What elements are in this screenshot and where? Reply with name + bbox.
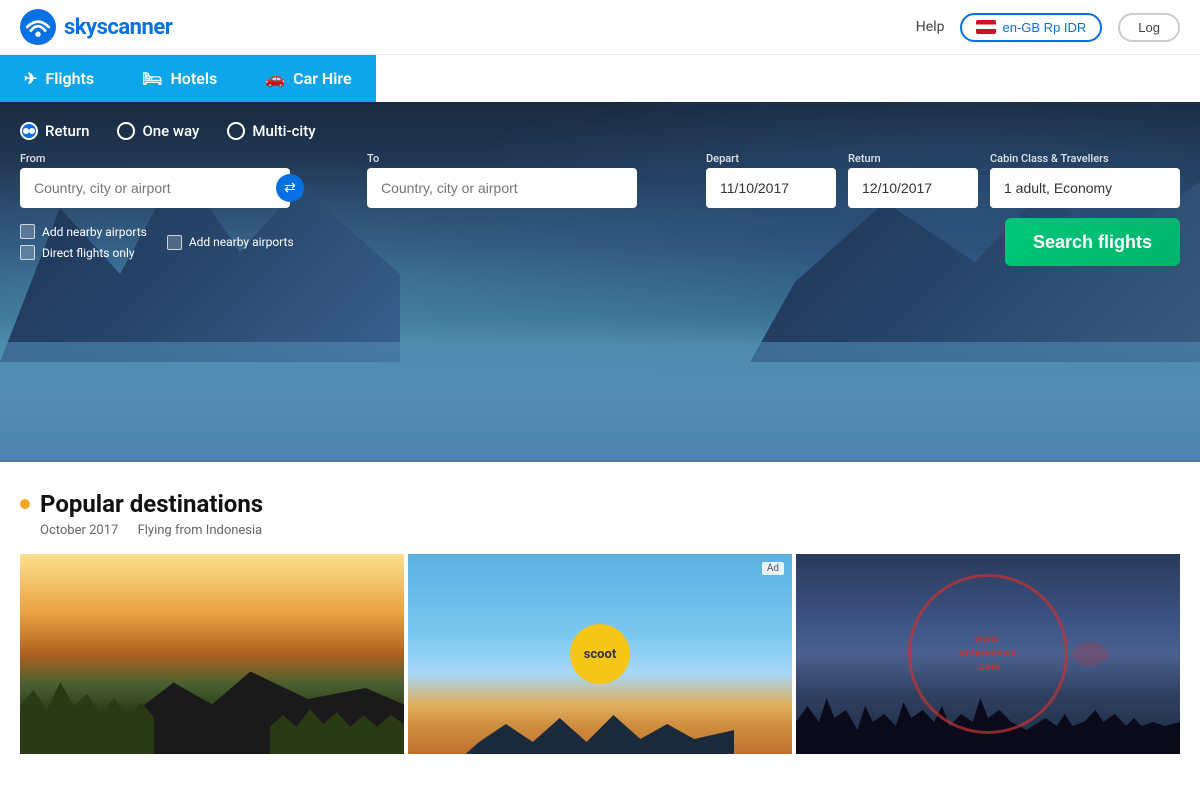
tab-hotels-label: Hotels (170, 69, 217, 88)
nearby-to-checkbox[interactable]: Add nearby airports (167, 235, 294, 250)
scoot-badge: scoot (570, 624, 630, 684)
tab-flights[interactable]: ✈ Flights (0, 55, 118, 102)
tab-car-hire-label: Car Hire (293, 69, 352, 88)
tab-flights-label: Flights (45, 69, 94, 88)
search-flights-button[interactable]: Search flights (1005, 218, 1180, 266)
popular-meta: October 2017 Flying from Indonesia (40, 523, 1180, 538)
cabin-input-wrap (990, 168, 1180, 208)
destination-card-volcano[interactable] (20, 554, 408, 754)
destination-card-watermark[interactable]: www.antaranews.com (796, 554, 1180, 754)
cabin-label: Cabin Class & Travellers (990, 152, 1180, 165)
to-input-wrap (367, 168, 637, 208)
logo-text: skyscanner (64, 15, 172, 40)
search-form-row: From ⇄ To Depart (20, 152, 1180, 208)
radio-return-circle (20, 122, 38, 140)
to-input[interactable] (367, 168, 637, 208)
hero-section: Return One way Multi-city From ⇄ (0, 102, 1200, 462)
nearby-from-box (20, 224, 35, 239)
swap-button[interactable]: ⇄ (276, 174, 304, 202)
login-button[interactable]: Log (1118, 13, 1180, 42)
language-button[interactable]: en-GB Rp IDR (960, 13, 1102, 42)
cabin-field-group: Cabin Class & Travellers (990, 152, 1180, 208)
flights-icon: ✈ (24, 69, 37, 88)
header-right: Help en-GB Rp IDR Log (916, 13, 1180, 42)
depart-input-wrap (706, 168, 836, 208)
to-field-group: To (367, 152, 690, 208)
tab-car-hire[interactable]: 🚗 Car Hire (241, 55, 375, 102)
from-field-group: From ⇄ (20, 152, 343, 208)
watermark-circle: www.antaranews.com (908, 574, 1068, 734)
watermark-text: www.antaranews.com (959, 633, 1016, 675)
depart-label: Depart (706, 152, 836, 165)
ad-badge: Ad (762, 562, 784, 575)
car-icon: 🚗 (265, 69, 285, 88)
hotels-icon: 🛏 (142, 69, 162, 88)
destination-cards: scoot Ad www.antaranews.com (20, 554, 1180, 754)
popular-month: October 2017 (40, 523, 118, 538)
nearby-to-box (167, 235, 182, 250)
options-row: Add nearby airports Direct flights only … (20, 218, 1180, 266)
header: skyscanner Help en-GB Rp IDR Log (0, 0, 1200, 55)
direct-flights-box (20, 245, 35, 260)
radio-one-way[interactable]: One way (117, 122, 199, 140)
depart-input[interactable] (706, 168, 836, 208)
to-label: To (367, 152, 690, 165)
return-label: Return (848, 152, 978, 165)
from-input[interactable] (20, 168, 290, 208)
direct-flights-checkbox[interactable]: Direct flights only (20, 245, 147, 260)
popular-dot (20, 499, 30, 509)
flag-icon (976, 20, 996, 34)
return-field-group: Return (848, 152, 978, 208)
popular-flying-from: Flying from Indonesia (138, 523, 263, 538)
nav-tabs: ✈ Flights 🛏 Hotels 🚗 Car Hire (0, 55, 1200, 102)
from-label: From (20, 152, 343, 165)
radio-one-way-circle (117, 122, 135, 140)
search-overlay: Return One way Multi-city From ⇄ (0, 102, 1200, 266)
watermark-overlay: www.antaranews.com (796, 554, 1180, 754)
radio-multi-city-circle (227, 122, 245, 140)
return-input-wrap (848, 168, 978, 208)
watermark-arrow-icon (1065, 624, 1115, 684)
return-input[interactable] (848, 168, 978, 208)
destination-card-opera[interactable]: scoot Ad (408, 554, 796, 754)
from-input-wrap: ⇄ (20, 168, 290, 208)
logo: skyscanner (20, 9, 172, 45)
popular-section: Popular destinations October 2017 Flying… (0, 462, 1200, 774)
nearby-from-checkbox[interactable]: Add nearby airports (20, 224, 147, 239)
depart-field-group: Depart (706, 152, 836, 208)
skyscanner-logo-icon (20, 9, 56, 45)
help-link[interactable]: Help (916, 19, 945, 35)
cabin-input[interactable] (990, 168, 1180, 208)
popular-header: Popular destinations (20, 490, 1180, 518)
tab-hotels[interactable]: 🛏 Hotels (118, 55, 241, 102)
radio-return[interactable]: Return (20, 122, 89, 140)
lang-label: en-GB Rp IDR (1002, 20, 1086, 35)
radio-multi-city[interactable]: Multi-city (227, 122, 315, 140)
water-reflection (0, 342, 1200, 462)
popular-title: Popular destinations (40, 490, 263, 518)
trip-type-selector: Return One way Multi-city (20, 122, 1180, 140)
